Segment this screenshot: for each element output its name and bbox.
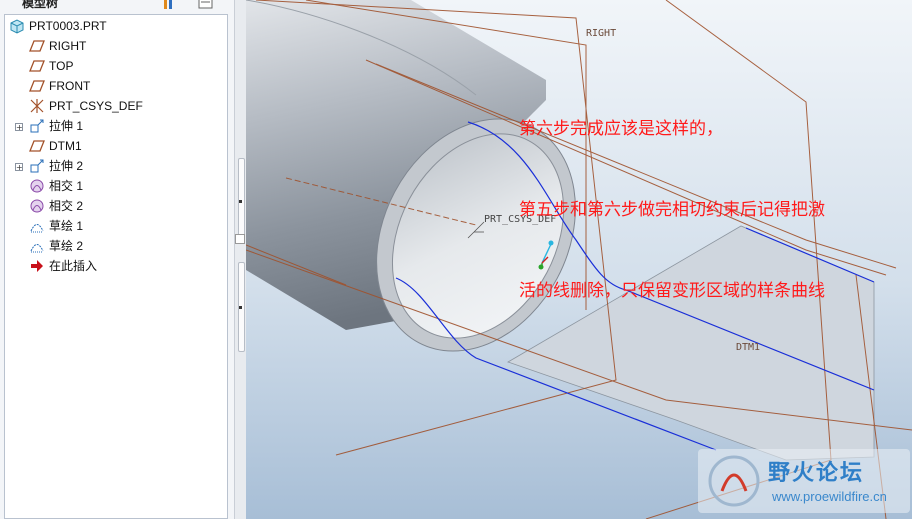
- part-icon: [9, 18, 25, 34]
- tree-filters-icon[interactable]: [198, 0, 213, 10]
- watermark-logo-icon: [708, 455, 760, 507]
- model-tree-header: 模型树: [0, 0, 234, 12]
- graphics-viewport[interactable]: RIGHT DTM1 PRT_CSYS_DEF 第六步完成应该是这样的， 第五步…: [246, 0, 912, 519]
- tree-item-label: 在此插入: [49, 259, 98, 273]
- annotation-text-block: 第六步完成应该是这样的， 第五步和第六步做完相切约束后记得把激 活的线删除，只保…: [519, 62, 825, 359]
- datum-plane-icon: [29, 138, 45, 154]
- model-tree-title: 模型树: [22, 0, 59, 10]
- tree-item-label: DTM1: [49, 139, 82, 153]
- splitter-grip-top[interactable]: [238, 158, 245, 238]
- annotation-line-2: 第五步和第六步做完相切约束后记得把激: [519, 200, 825, 220]
- insert-here-arrow-icon: [29, 258, 45, 274]
- coordinate-system-icon: [29, 98, 45, 114]
- tree-item-label: 拉伸 2: [49, 159, 84, 173]
- expand-toggle[interactable]: +: [15, 163, 23, 172]
- tree-item-label: 相交 1: [49, 179, 84, 193]
- model-tree-list: PRT0003.PRT RIGHT TOP FRONT PRT_CSYS_DEF…: [4, 14, 228, 519]
- collapse-handle[interactable]: [235, 234, 245, 244]
- annotation-line-1: 第六步完成应该是这样的，: [519, 119, 723, 139]
- datum-plane-icon: [29, 58, 45, 74]
- tree-item-label: 相交 2: [49, 199, 84, 213]
- splitter-dot: [239, 306, 242, 309]
- splitter-dot: [239, 200, 242, 203]
- datum-plane-icon: [29, 78, 45, 94]
- tree-item-label: 拉伸 1: [49, 119, 84, 133]
- datum-plane-icon: [29, 38, 45, 54]
- watermark-title: 野火论坛: [768, 461, 865, 486]
- extrude-icon: [29, 158, 45, 174]
- sketch-icon: [29, 218, 45, 234]
- watermark-url: www.proewildfire.cn: [772, 489, 887, 504]
- forum-watermark: 野火论坛 www.proewildfire.cn: [698, 449, 910, 513]
- expand-toggle[interactable]: +: [15, 123, 23, 132]
- extrude-icon: [29, 118, 45, 134]
- model-tree-panel: 模型树 PRT0003.PRT RIGHT TOP FRONT PRT_CSYS…: [0, 0, 235, 519]
- intersect-icon: [29, 178, 45, 194]
- tree-settings-icon[interactable]: [162, 0, 176, 10]
- tree-item-label: RIGHT: [49, 39, 87, 53]
- datum-label-right: RIGHT: [586, 28, 616, 39]
- tree-item-label: TOP: [49, 59, 74, 73]
- intersect-icon: [29, 198, 45, 214]
- tree-item-label: 草绘 2: [49, 239, 84, 253]
- tree-item-label: PRT0003.PRT: [29, 19, 107, 33]
- tree-item-label: PRT_CSYS_DEF: [49, 99, 143, 113]
- sketch-icon: [29, 238, 45, 254]
- tree-item-label: FRONT: [49, 79, 91, 93]
- annotation-line-3: 活的线删除，只保留变形区域的样条曲线: [519, 281, 825, 301]
- tree-item-label: 草绘 1: [49, 219, 84, 233]
